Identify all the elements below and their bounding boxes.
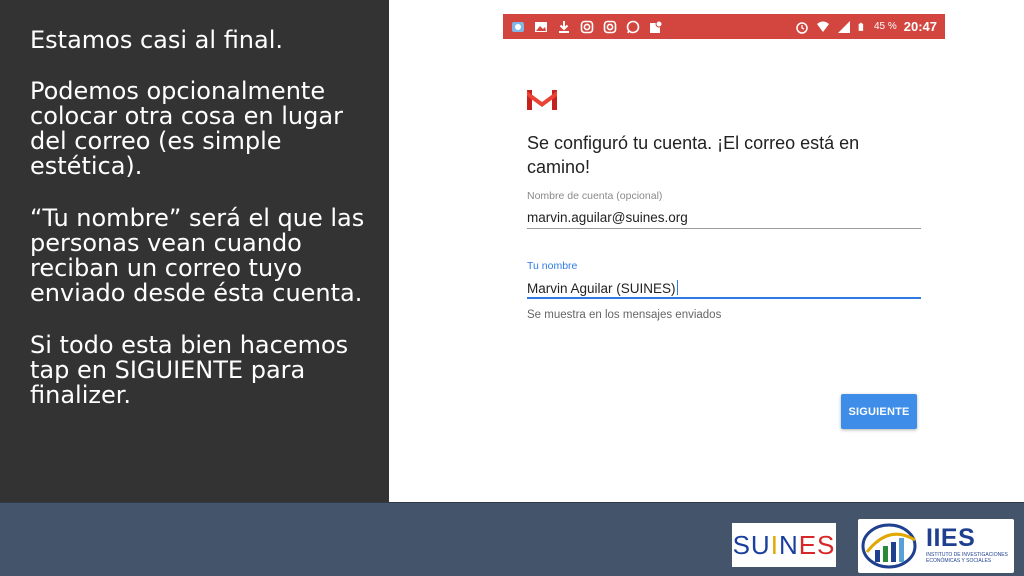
alarm-icon	[796, 21, 808, 34]
footer-bar: SUINES IIES INSTITUTO DE INVESTIGACIONES…	[0, 502, 1024, 576]
status-bar: 45 % 20:47	[503, 14, 945, 39]
instructions-panel: Estamos casi al final. Podemos opcionalm…	[0, 0, 389, 502]
your-name-label: Tu nombre	[527, 260, 578, 272]
account-name-label: Nombre de cuenta (opcional)	[527, 190, 663, 202]
next-button[interactable]: SIGUIENTE	[841, 394, 917, 429]
wifi-icon	[816, 21, 829, 32]
instagram-icon	[580, 20, 594, 33]
iies-name: IIES	[926, 524, 976, 552]
phone-screen: 45 % 20:47 Se configuró tu cuenta. ¡El c…	[503, 14, 945, 454]
instruction-paragraph-1: Estamos casi al final.	[30, 26, 284, 54]
instruction-paragraph-2: Podemos opcionalmente colocar otra cosa …	[30, 77, 343, 180]
battery-percentage: 45 %	[873, 21, 897, 32]
your-name-underline	[527, 297, 921, 299]
maps-icon	[650, 20, 663, 33]
your-name-text: Marvin Aguilar (SUINES)	[527, 281, 676, 296]
clock: 20:47	[903, 19, 937, 34]
instagram-icon	[603, 20, 617, 33]
account-name-field[interactable]: marvin.aguilar@suines.org	[527, 210, 688, 225]
text-cursor	[676, 280, 679, 295]
account-name-underline	[527, 228, 921, 229]
gmail-logo-icon	[527, 90, 557, 110]
instruction-paragraph-3: “Tu nombre” será el que las personas vea…	[30, 204, 365, 307]
setup-heading: Se configuró tu cuenta. ¡El correo está …	[527, 133, 860, 177]
iies-subtitle: INSTITUTO DE INVESTIGACIONES ECONÓMICAS …	[926, 552, 1008, 564]
signal-icon	[837, 20, 850, 33]
suines-logo: SUINES	[732, 523, 836, 567]
battery-icon	[858, 22, 864, 31]
instruction-paragraph-4: Si todo esta bien hacemos tap en SIGUIEN…	[30, 331, 349, 409]
whatsapp-icon	[626, 20, 640, 33]
system-status: 45 % 20:47	[795, 19, 937, 34]
your-name-field[interactable]: Marvin Aguilar (SUINES)	[527, 280, 679, 296]
helper-text: Se muestra en los mensajes enviados	[527, 309, 722, 321]
weather-icon	[512, 21, 524, 32]
gallery-icon	[535, 21, 547, 32]
download-icon	[559, 20, 569, 33]
iies-emblem-icon	[861, 523, 917, 569]
notification-icons	[511, 20, 663, 34]
iies-logo: IIES INSTITUTO DE INVESTIGACIONES ECONÓM…	[858, 519, 1014, 573]
